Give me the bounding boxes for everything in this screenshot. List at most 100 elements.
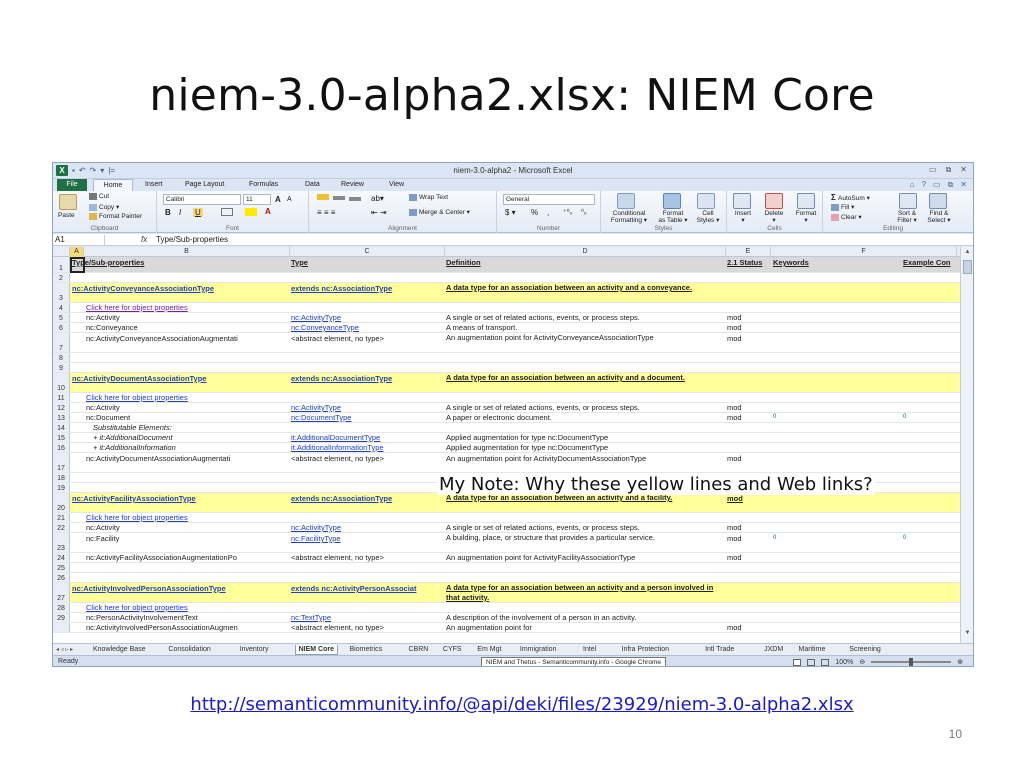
cell-g[interactable]: 0 (903, 534, 959, 544)
cell-b[interactable]: nc:ActivityFacilityAssociationAugmentati… (86, 553, 290, 563)
orientation-icon[interactable]: ab▾ (371, 194, 384, 203)
row-header[interactable]: 13 (53, 413, 70, 422)
indent-icon[interactable]: ⇤ ⇥ (371, 208, 387, 217)
cell-b[interactable]: Click here for object properties (86, 603, 290, 613)
help-icon[interactable]: ? (922, 180, 926, 190)
cell-e[interactable]: mod (727, 494, 771, 504)
font-color-icon[interactable]: A (265, 207, 271, 216)
cell-d[interactable]: A single or set of related actions, even… (446, 313, 725, 323)
delete-cells-icon[interactable] (765, 193, 783, 209)
column-header-f[interactable]: F (771, 247, 957, 257)
shrink-font-button[interactable]: A (287, 196, 292, 203)
cell-a[interactable]: nc:ActivityFacilityAssociationType (72, 494, 292, 504)
sort-filter-button[interactable]: Sort & Filter ▾ (891, 210, 923, 224)
row-header[interactable]: 21 (53, 513, 70, 522)
cell-b[interactable]: nc:Facility (86, 534, 290, 544)
format-cells-icon[interactable] (797, 193, 815, 209)
scroll-thumb[interactable] (963, 260, 972, 274)
sheet-tab[interactable]: Maritime (799, 645, 826, 655)
cell-d[interactable]: A description of the involvement of a pe… (446, 613, 725, 623)
conditional-formatting-icon[interactable] (617, 193, 635, 209)
tab-data[interactable]: Data (305, 179, 320, 191)
align-top-icon[interactable] (317, 194, 329, 200)
name-box[interactable]: A1 (55, 235, 105, 245)
row-header[interactable]: 6 (53, 323, 70, 332)
row-header[interactable]: 17 (53, 453, 70, 472)
format-as-table-icon[interactable] (663, 193, 681, 209)
cell-d[interactable]: A paper or electronic document. (446, 413, 725, 423)
cell-e[interactable]: mod (727, 323, 771, 333)
cell-b[interactable]: Click here for object properties (86, 303, 290, 313)
minimize-ribbon-icon[interactable]: ⌂ (910, 180, 915, 190)
decrease-decimal-button[interactable]: ⁰₀ (581, 208, 587, 216)
column-header-c[interactable]: C (290, 247, 445, 257)
cell-f[interactable]: 0 (773, 534, 883, 544)
cell-b[interactable]: nc:Conveyance (86, 323, 290, 333)
cell-c[interactable]: <abstract element, no type> (291, 553, 444, 563)
cell-c[interactable]: extends nc:AssociationType (291, 374, 444, 384)
cell-b[interactable]: nc:Document (86, 413, 290, 423)
binoculars-icon[interactable] (929, 193, 947, 209)
row-header[interactable]: 24 (53, 553, 70, 562)
wrap-text-button[interactable]: Wrap Text (409, 194, 448, 201)
sheet-tab[interactable]: Inventory (240, 645, 269, 655)
row-header[interactable]: 14 (53, 423, 70, 432)
row-header[interactable]: 11 (53, 393, 70, 402)
row-header[interactable] (53, 623, 70, 632)
cell-b[interactable]: nc:Activity (86, 313, 290, 323)
zoom-out-icon[interactable]: ⊖ (859, 658, 865, 666)
cell-b[interactable]: nc:Activity (86, 403, 290, 413)
paste-icon[interactable] (59, 194, 77, 210)
cell-b[interactable]: + it:AdditionalDocument (93, 433, 289, 443)
cell-g[interactable]: Example Con (903, 258, 959, 268)
fill-button[interactable]: Fill ▾ (831, 203, 854, 211)
cell-f[interactable]: Keywords (773, 258, 883, 268)
find-select-button[interactable]: Find & Select ▾ (923, 210, 955, 224)
cell-e[interactable]: mod (727, 413, 771, 423)
cell-c[interactable]: <abstract element, no type> (291, 334, 444, 344)
row-header[interactable]: 29 (53, 613, 70, 622)
vertical-scrollbar[interactable]: ▲ ▼ (960, 247, 973, 643)
sheet-navigation[interactable]: ◂ ◃ ▹ ▸ (56, 645, 73, 655)
sheet-tab[interactable]: Em Mgt (477, 645, 501, 655)
sheet-tab[interactable]: Biometrics (350, 645, 383, 655)
sheet-tab[interactable]: Intl Trade (705, 645, 734, 655)
column-header-b[interactable]: B (84, 247, 290, 257)
cell-a[interactable]: nc:ActivityConveyanceAssociationType (72, 284, 292, 294)
align-middle-icon[interactable] (333, 196, 345, 200)
format-as-table-button[interactable]: Format as Table ▾ (653, 210, 693, 224)
workbook-close-button[interactable]: ✕ (960, 180, 967, 190)
cell-a[interactable]: Type/Sub-properties (72, 258, 292, 268)
paste-button[interactable]: Paste (58, 212, 75, 219)
cell-e[interactable]: mod (727, 403, 771, 413)
sheet-tab[interactable]: JXDM (764, 645, 783, 655)
cell-f[interactable]: 0 (773, 413, 883, 423)
cell-b[interactable]: nc:Activity (86, 523, 290, 533)
column-header-d[interactable]: D (445, 247, 726, 257)
cell-d[interactable]: A data type for an association between a… (446, 373, 725, 383)
row-header[interactable]: 26 (53, 573, 70, 582)
cell-b[interactable]: nc:PersonActivityInvolvementText (86, 613, 290, 623)
select-all-corner[interactable] (53, 247, 70, 257)
row-header[interactable]: 23 (53, 533, 70, 552)
clear-button[interactable]: Clear ▾ (831, 213, 862, 221)
close-button[interactable]: ✕ (960, 165, 967, 175)
column-header-e[interactable]: E (726, 247, 771, 257)
cut-button[interactable]: Cut (89, 193, 109, 200)
cell-a[interactable]: nc:ActivityInvolvedPersonAssociationType (72, 584, 292, 594)
tab-review[interactable]: Review (341, 179, 364, 191)
number-format-select[interactable]: General (503, 194, 595, 205)
column-header-a[interactable]: A (70, 247, 84, 257)
sheet-tab[interactable]: CYFS (443, 645, 462, 655)
percent-button[interactable]: % (531, 208, 538, 217)
cell-e[interactable]: 2.1 Status (727, 258, 771, 268)
zoom-slider[interactable] (871, 658, 952, 666)
cell-e[interactable]: mod (727, 534, 771, 544)
align-left-icon[interactable]: ≡ ≡ ≡ (317, 208, 335, 217)
cell-c[interactable]: nc:ConveyanceType (291, 323, 444, 333)
cell-b[interactable]: nc:ActivityDocumentAssociationAugmentati (86, 454, 290, 464)
zoom-in-icon[interactable]: ⊕ (957, 658, 963, 666)
restore-button[interactable]: ⧉ (946, 165, 952, 175)
cell-b[interactable]: Substitutable Elements: (93, 423, 289, 433)
cell-b[interactable]: Click here for object properties (86, 513, 290, 523)
